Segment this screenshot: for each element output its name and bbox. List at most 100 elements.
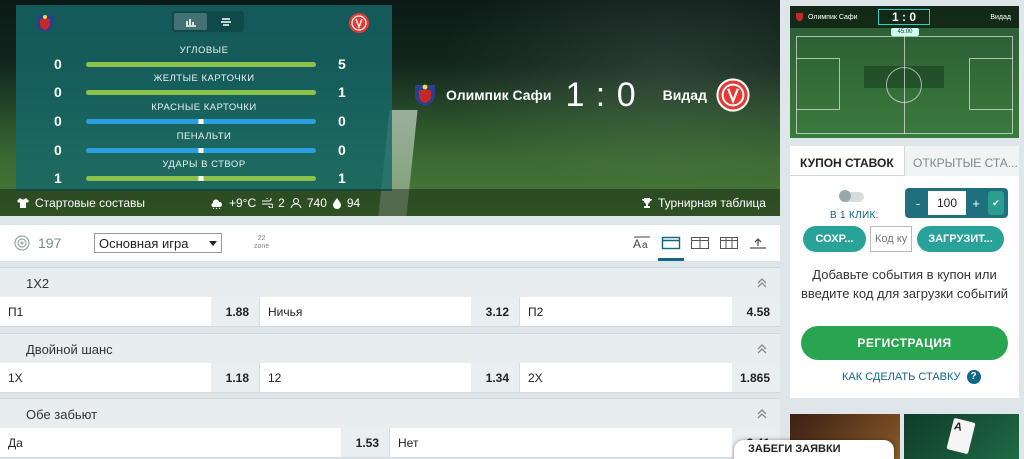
scoreboard: Олимпик Сафи 1 : 0 Видад xyxy=(412,72,751,118)
attendance: 740 xyxy=(306,196,327,210)
tab-open-bets[interactable]: ОТКРЫТЫЕ СТА... xyxy=(904,146,1019,176)
chart-view-button[interactable] xyxy=(174,13,207,30)
odd-cell[interactable]: Ничья 3.12 xyxy=(260,297,520,327)
market-1x2: 1X2 П1 1.88 Ничья 3.12 П2 4.58 xyxy=(0,267,780,327)
home-team-logo-icon xyxy=(796,13,803,22)
coupon-code-input[interactable]: Код ку xyxy=(870,226,912,252)
temperature: +9°C xyxy=(229,196,257,210)
away-team-logo-icon xyxy=(349,13,369,33)
market-title: Двойной шанс xyxy=(26,342,113,357)
stat-home-value: 0 xyxy=(54,84,62,100)
increase-button[interactable]: + xyxy=(966,196,986,211)
stat-home-value: 1 xyxy=(54,170,62,186)
odd-name: П2 xyxy=(528,305,544,319)
market-group-select[interactable]: Основная игра xyxy=(94,233,222,253)
stat-away-value: 1 xyxy=(338,84,346,100)
bar-chart-icon xyxy=(185,18,196,27)
stat-home-value: 0 xyxy=(54,113,62,129)
chevron-up-icon xyxy=(757,278,767,288)
stat-label: ЖЕЛТЫЕ КАРТОЧКИ xyxy=(153,73,255,84)
register-button[interactable]: РЕГИСТРАЦИЯ xyxy=(801,326,1008,360)
main-column: УГЛОВЫЕ 0 5 ЖЕЛТЫЕ КАРТОЧКИ 0 1 КРАСНЫЕ … xyxy=(0,0,780,459)
save-button[interactable]: СОХР... xyxy=(803,226,866,252)
home-team-name[interactable]: Олимпик Сафи xyxy=(446,87,551,103)
tracker-home: Олимпик Сафи xyxy=(808,14,858,21)
wind-icon xyxy=(262,198,274,208)
odd-cell[interactable]: П2 4.58 xyxy=(520,297,780,327)
three-column-layout-icon[interactable] xyxy=(719,235,739,251)
view-toggle xyxy=(172,11,244,32)
wind-speed: 2 xyxy=(278,196,285,210)
odd-name: 12 xyxy=(268,371,282,385)
odd-cell[interactable]: Нет2.41 xyxy=(390,428,780,458)
odds-row: 1X 1.18 12 1.34 2X 1.865 xyxy=(0,363,780,393)
standings-label: Турнирная таблица xyxy=(658,196,766,210)
stat-bar xyxy=(86,176,316,181)
market-header[interactable]: Двойной шанс xyxy=(0,333,780,363)
standings-link[interactable]: Турнирная таблица xyxy=(641,196,766,210)
stat-row: КРАСНЫЕ КАРТОЧКИ 0 0 xyxy=(16,102,392,130)
market-header[interactable]: 1X2 xyxy=(0,267,780,297)
odd-cell[interactable]: 1X 1.18 xyxy=(0,363,260,393)
odd-cell[interactable]: Да 1.53 xyxy=(0,428,390,458)
odd-cell[interactable]: 12 1.34 xyxy=(260,363,520,393)
away-team-logo-icon xyxy=(716,78,750,112)
tab-bet-slip[interactable]: КУПОН СТАВОК xyxy=(800,156,894,170)
font-size-icon[interactable]: Aa xyxy=(632,235,652,251)
away-team-name[interactable]: Видад xyxy=(663,87,707,103)
confirm-check-icon[interactable]: ✔ xyxy=(988,191,1004,215)
one-click-toggle[interactable] xyxy=(839,190,864,202)
penalty-box-right xyxy=(969,58,1013,110)
odd-name: 1X xyxy=(8,371,23,385)
market-toolbar: 197 Основная игра 22 zone Aa xyxy=(0,225,780,261)
match-header: УГЛОВЫЕ 0 5 ЖЕЛТЫЕ КАРТОЧКИ 0 1 КРАСНЫЕ … xyxy=(0,0,780,216)
stat-label: ПЕНАЛЬТИ xyxy=(176,131,232,142)
stake-input[interactable]: 100 xyxy=(928,191,966,215)
odd-value: 1.34 xyxy=(471,363,519,392)
odd-value: 3.12 xyxy=(471,297,519,326)
penalty-box-left xyxy=(796,58,840,110)
odd-value: 1.18 xyxy=(211,363,259,392)
stat-bar xyxy=(86,148,316,153)
stake-stepper: - 100 + ✔ xyxy=(905,188,1008,218)
odd-cell[interactable]: П1 1.88 xyxy=(0,297,260,327)
stat-label: УГЛОВЫЕ xyxy=(179,45,229,56)
bet-slip-tabs: КУПОН СТАВОК ОТКРЫТЫЕ СТА... xyxy=(790,146,1019,176)
stat-label: КРАСНЫЕ КАРТОЧКИ xyxy=(151,102,257,113)
sidebar: Олимпик Сафи 1 : 0 Видад 45:00 КУПОН СТА… xyxy=(790,0,1020,459)
two-column-layout-icon[interactable] xyxy=(690,235,710,251)
one-column-layout-icon[interactable] xyxy=(661,235,681,251)
list-view-button[interactable] xyxy=(209,13,242,30)
odd-cell[interactable]: 2X 1.865 xyxy=(520,363,780,393)
active-layout-indicator xyxy=(658,258,684,261)
how-to-bet-link[interactable]: КАК СДЕЛАТЬ СТАВКУ ? xyxy=(842,370,981,384)
humidity: 94 xyxy=(346,196,361,210)
stat-bar xyxy=(86,119,316,124)
home-team-logo-icon xyxy=(37,15,53,32)
load-button[interactable]: ЗАГРУЗИТ... xyxy=(917,226,1004,252)
one-click-label: В 1 КЛИК: xyxy=(830,210,879,221)
stat-row: УГЛОВЫЕ 0 5 xyxy=(16,45,392,73)
help-icon: ? xyxy=(966,370,981,384)
odd-name: П1 xyxy=(8,305,24,319)
lineups-link[interactable]: Стартовые составы xyxy=(16,196,145,210)
odd-value: 4.58 xyxy=(732,297,780,326)
market-title: Обе забьют xyxy=(26,407,98,422)
market-header[interactable]: Обе забьют xyxy=(0,398,780,428)
stat-row: ПЕНАЛЬТИ 0 0 xyxy=(16,131,392,159)
decrease-button[interactable]: - xyxy=(908,196,928,211)
match-score: 1 : 0 xyxy=(565,75,637,114)
odds-row: П1 1.88 Ничья 3.12 П2 4.58 xyxy=(0,297,780,327)
shirt-icon xyxy=(17,198,29,208)
home-team-logo-icon xyxy=(415,84,435,106)
center-circle xyxy=(886,67,922,103)
odd-value: 1.88 xyxy=(211,297,259,326)
zone-button[interactable]: 22 zone xyxy=(254,235,269,251)
chevron-up-icon xyxy=(757,409,767,419)
bottom-popup[interactable]: ЗАБЕГИ ЗАЯВКИ xyxy=(734,440,894,459)
stat-away-value: 1 xyxy=(338,170,346,186)
collapse-all-icon[interactable] xyxy=(748,235,768,251)
stat-row: ЖЕЛТЫЕ КАРТОЧКИ 0 1 xyxy=(16,73,392,101)
stat-bar xyxy=(86,62,316,67)
lineups-label: Стартовые составы xyxy=(35,196,145,210)
